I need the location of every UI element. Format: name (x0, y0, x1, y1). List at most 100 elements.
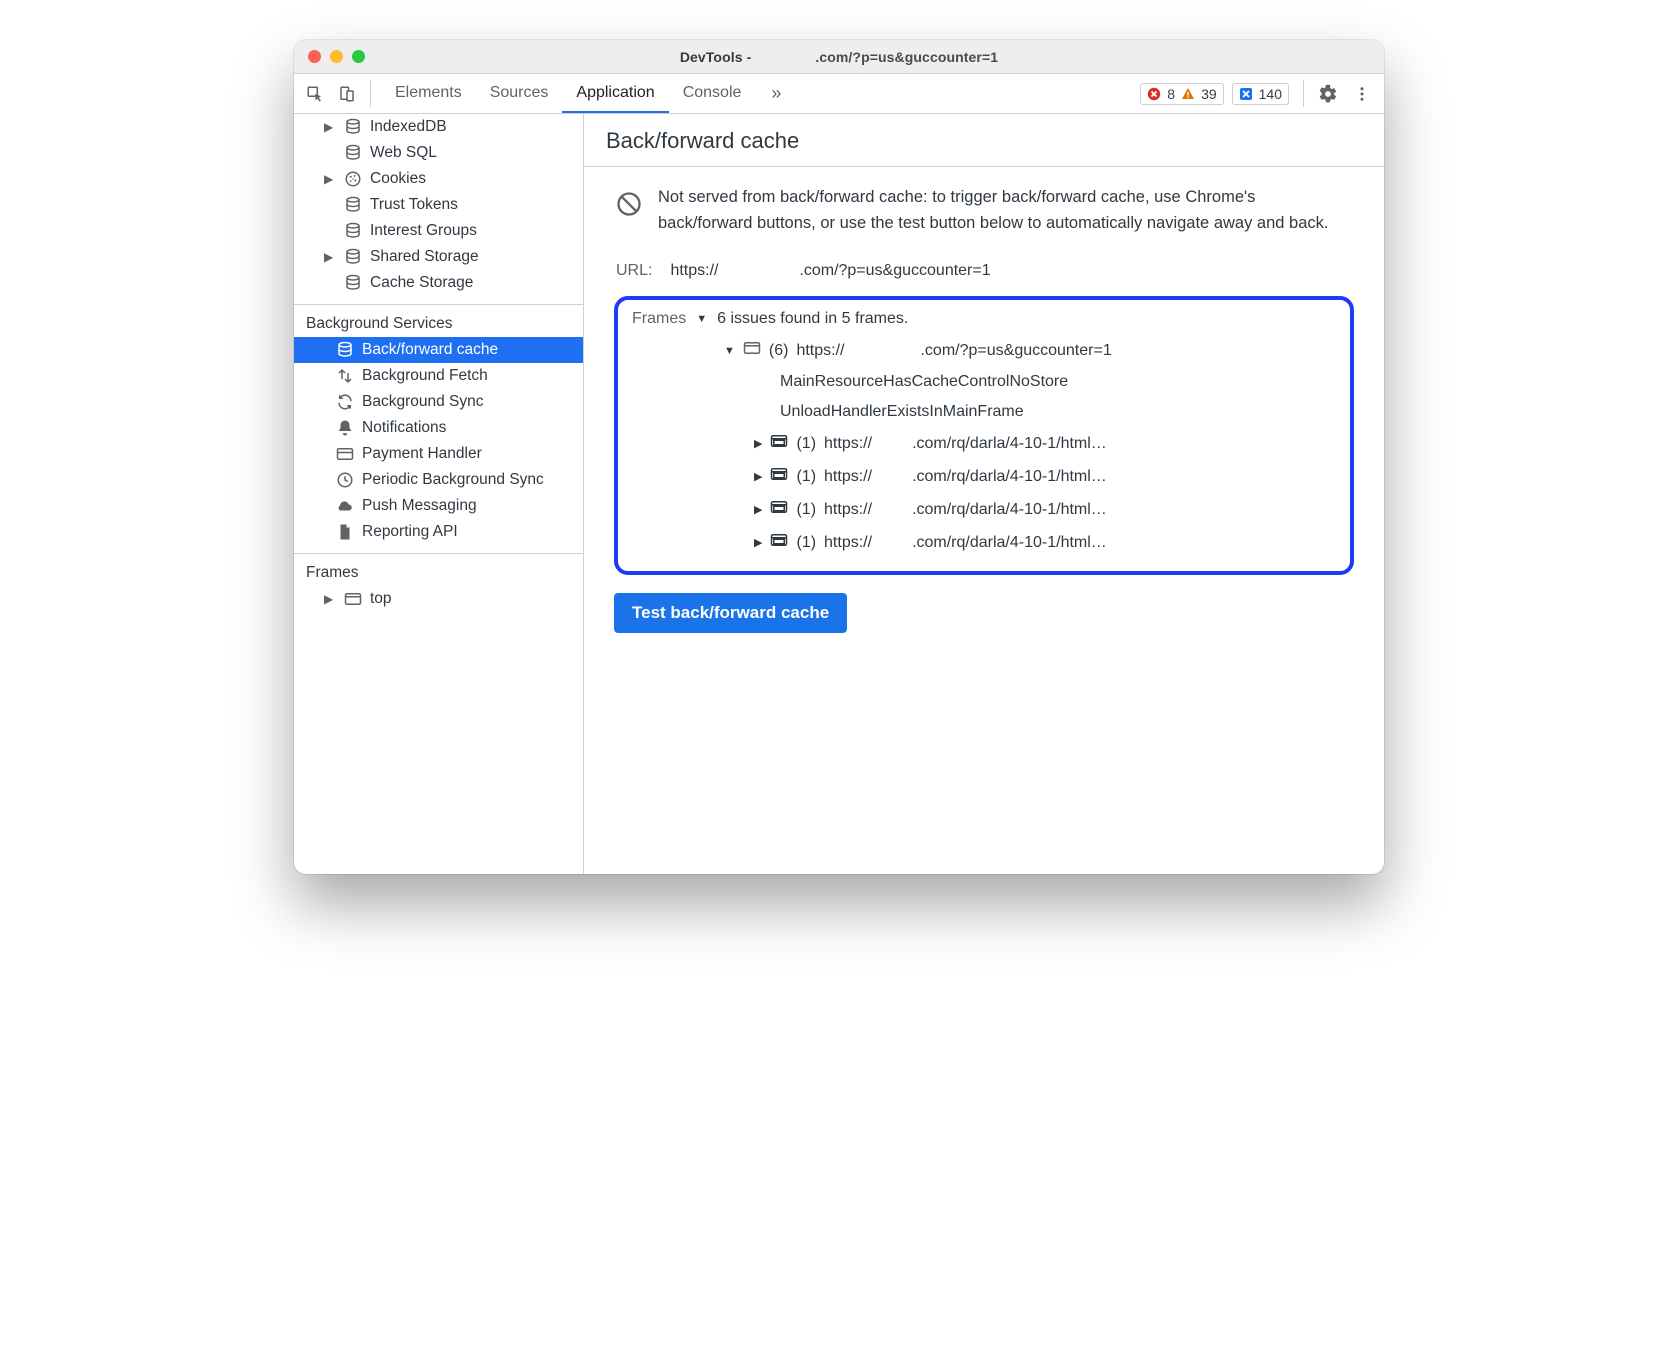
frames-label: Frames (632, 310, 686, 328)
cloud-icon (336, 497, 354, 515)
bfcache-reason: MainResourceHasCacheControlNoStore (632, 367, 1336, 397)
more-tabs-button[interactable]: » (761, 74, 791, 113)
sidebar-item-indexeddb[interactable]: ▶ IndexedDB (294, 114, 583, 140)
iframe-icon (770, 499, 788, 520)
database-icon (344, 196, 362, 214)
separator (1303, 80, 1304, 107)
not-cached-notice: Not served from back/forward cache: to t… (614, 185, 1354, 236)
sidebar-item-push-messaging[interactable]: Push Messaging (294, 493, 583, 519)
traffic-lights (308, 50, 365, 63)
tab-sources[interactable]: Sources (476, 74, 563, 113)
sidebar-item-label: Payment Handler (362, 445, 482, 463)
sidebar-item-label: IndexedDB (370, 118, 447, 136)
sidebar-item-back-forward-cache[interactable]: Back/forward cache (294, 337, 583, 363)
chevron-down-icon: ▼ (696, 313, 707, 325)
minimize-window-button[interactable] (330, 50, 343, 63)
separator (370, 80, 371, 107)
tab-application[interactable]: Application (562, 74, 668, 113)
issues-count: 140 (1259, 86, 1282, 102)
page-title: Back/forward cache (584, 114, 1384, 167)
sidebar-item-cache-storage[interactable]: Cache Storage (294, 270, 583, 296)
frame-row-sub[interactable]: ▶(1)https://.com/rq/darla/4-10-1/html… (632, 427, 1336, 460)
database-icon (344, 248, 362, 266)
file-icon (336, 523, 354, 541)
sidebar-item-label: Background Sync (362, 393, 484, 411)
sidebar-item-background-fetch[interactable]: Background Fetch (294, 363, 583, 389)
database-icon (336, 341, 354, 359)
database-icon (344, 222, 362, 240)
sidebar-item-trust-tokens[interactable]: Trust Tokens (294, 192, 583, 218)
tab-console[interactable]: Console (669, 74, 756, 113)
sync-icon (336, 393, 354, 411)
chevron-right-icon: ▶ (324, 172, 336, 186)
frame-icon (344, 590, 362, 608)
window-title: DevTools - .com/?p=us&guccounter=1 (294, 49, 1384, 65)
frame-url: https://.com/rq/darla/4-10-1/html… (824, 501, 1107, 519)
devtools-window: DevTools - .com/?p=us&guccounter=1 Eleme… (294, 40, 1384, 874)
sidebar-item-shared-storage[interactable]: ▶Shared Storage (294, 244, 583, 270)
warnings-count: 39 (1201, 86, 1217, 102)
frame-count: (1) (796, 501, 816, 519)
sidebar-section-frames: Frames (294, 560, 583, 586)
frame-url: https://.com/rq/darla/4-10-1/html… (824, 435, 1107, 453)
sidebar-item-web-sql[interactable]: Web SQL (294, 140, 583, 166)
zoom-window-button[interactable] (352, 50, 365, 63)
sidebar-item-label: Trust Tokens (370, 196, 458, 214)
warning-icon (1181, 87, 1195, 101)
sidebar-item-notifications[interactable]: Notifications (294, 415, 583, 441)
transfer-icon (336, 367, 354, 385)
frame-count: (1) (796, 468, 816, 486)
frame-row-main[interactable]: ▼ (6) https://.com/?p=us&guccounter=1 (632, 334, 1336, 367)
sidebar-item-label: Interest Groups (370, 222, 477, 240)
inspect-element-icon[interactable] (302, 74, 328, 113)
url-value: https:// .com/?p=us&guccounter=1 (670, 262, 990, 280)
sidebar-item-payment-handler[interactable]: Payment Handler (294, 441, 583, 467)
more-options-icon[interactable] (1348, 74, 1376, 113)
titlebar: DevTools - .com/?p=us&guccounter=1 (294, 40, 1384, 74)
issues-icon (1239, 87, 1253, 101)
database-icon (344, 118, 362, 136)
frames-issues-highlight: Frames ▼ 6 issues found in 5 frames. ▼ (… (614, 296, 1354, 575)
test-bfcache-button[interactable]: Test back/forward cache (614, 593, 847, 633)
tab-icon (743, 340, 761, 361)
url-label: URL: (616, 262, 652, 280)
separator (294, 304, 583, 305)
chevron-right-icon: ▶ (754, 470, 762, 483)
frame-row-sub[interactable]: ▶(1)https://.com/rq/darla/4-10-1/html… (632, 493, 1336, 526)
sidebar-item-periodic-background-sync[interactable]: Periodic Background Sync (294, 467, 583, 493)
frames-summary-row[interactable]: Frames ▼ 6 issues found in 5 frames. (632, 310, 1336, 334)
error-warning-chip[interactable]: 8 39 (1140, 83, 1223, 105)
sidebar-scroll[interactable]: ▶ IndexedDB Web SQL ▶Cookies Trust Tokens Int… (294, 114, 583, 874)
sidebar-item-label: Background Fetch (362, 367, 488, 385)
card-icon (336, 445, 354, 463)
sidebar-item-label: Back/forward cache (362, 341, 498, 359)
iframe-icon (770, 532, 788, 553)
separator (294, 553, 583, 554)
chevron-right-icon: ▶ (324, 250, 336, 264)
sidebar-item-label: top (370, 590, 392, 608)
close-window-button[interactable] (308, 50, 321, 63)
frame-url: https://.com/rq/darla/4-10-1/html… (824, 468, 1107, 486)
sidebar-item-label: Web SQL (370, 144, 437, 162)
frame-row-sub[interactable]: ▶ (1) https://.com/rq/darla/4-10-1/html… (632, 460, 1336, 493)
issues-chip[interactable]: 140 (1232, 83, 1289, 105)
sidebar-item-interest-groups[interactable]: Interest Groups (294, 218, 583, 244)
title-tail: .com/?p=us&guccounter=1 (815, 49, 998, 65)
sidebar-item-cookies[interactable]: ▶Cookies (294, 166, 583, 192)
settings-icon[interactable] (1314, 74, 1342, 113)
frame-row-sub[interactable]: ▶(1)https://.com/rq/darla/4-10-1/html… (632, 526, 1336, 559)
chevron-right-icon: ▶ (324, 120, 336, 134)
frames-tree: ▼ (6) https://.com/?p=us&guccounter=1 Ma… (632, 334, 1336, 559)
bfcache-reason: UnloadHandlerExistsInMainFrame (632, 397, 1336, 427)
sidebar-item-background-sync[interactable]: Background Sync (294, 389, 583, 415)
chevron-right-icon: ▶ (324, 592, 336, 606)
content-pane: Back/forward cache Not served from back/… (584, 114, 1384, 874)
sidebar-item-reporting-api[interactable]: Reporting API (294, 519, 583, 545)
clock-icon (336, 471, 354, 489)
sidebar-section-background-services: Background Services (294, 311, 583, 337)
tab-strip: Elements Sources Application Console » 8… (294, 74, 1384, 114)
sidebar-item-frame-top[interactable]: ▶ top (294, 586, 583, 612)
tab-elements[interactable]: Elements (381, 74, 476, 113)
device-toolbar-icon[interactable] (334, 74, 360, 113)
sidebar-item-label: Notifications (362, 419, 446, 437)
